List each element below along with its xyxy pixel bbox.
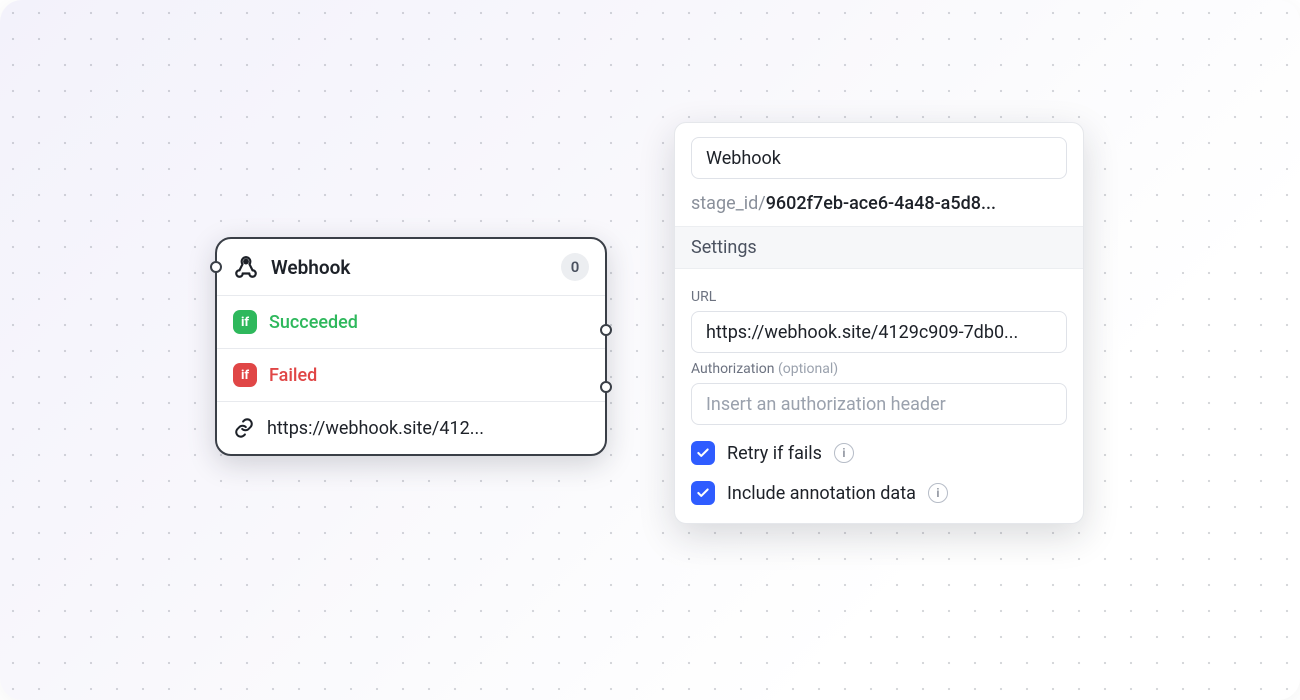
branch-succeeded[interactable]: if Succeeded bbox=[217, 295, 605, 348]
link-icon bbox=[233, 417, 255, 439]
stage-id-key: stage_id/ bbox=[691, 193, 766, 214]
webhook-node[interactable]: Webhook 0 if Succeeded if Failed https:/… bbox=[215, 237, 607, 456]
if-badge-icon: if bbox=[233, 363, 257, 387]
workflow-canvas[interactable]: Webhook 0 if Succeeded if Failed https:/… bbox=[0, 0, 1300, 700]
webhook-settings-panel: stage_id/9602f7eb-ace6-4a48-a5d8... Sett… bbox=[674, 122, 1084, 524]
port-out-failed[interactable] bbox=[600, 381, 612, 393]
info-icon[interactable]: i bbox=[928, 483, 948, 503]
webhook-icon bbox=[233, 254, 259, 280]
stage-id-value: 9602f7eb-ace6-4a48-a5d8... bbox=[766, 193, 996, 214]
retry-checkbox[interactable] bbox=[691, 441, 715, 465]
port-out-succeeded[interactable] bbox=[600, 324, 612, 336]
port-in[interactable] bbox=[210, 261, 222, 273]
webhook-url-row[interactable]: https://webhook.site/412... bbox=[217, 401, 605, 454]
branch-failed[interactable]: if Failed bbox=[217, 348, 605, 401]
retry-label: Retry if fails bbox=[727, 443, 822, 464]
info-icon[interactable]: i bbox=[834, 443, 854, 463]
retry-if-fails-row[interactable]: Retry if fails i bbox=[691, 441, 1067, 465]
stage-id-display: stage_id/9602f7eb-ace6-4a48-a5d8... bbox=[675, 185, 1083, 226]
settings-section-header: Settings bbox=[675, 226, 1083, 269]
branch-label: Succeeded bbox=[269, 312, 358, 333]
webhook-count-badge: 0 bbox=[561, 253, 589, 281]
branch-label: Failed bbox=[269, 365, 317, 386]
webhook-node-title: Webhook bbox=[271, 256, 549, 279]
url-field-label: URL bbox=[691, 289, 1067, 305]
include-annotation-row[interactable]: Include annotation data i bbox=[691, 481, 1067, 505]
webhook-name-input[interactable] bbox=[691, 137, 1067, 179]
authorization-field-label: Authorization (optional) bbox=[691, 361, 1067, 377]
if-badge-icon: if bbox=[233, 310, 257, 334]
webhook-url-text: https://webhook.site/412... bbox=[267, 418, 484, 439]
authorization-input[interactable] bbox=[691, 383, 1067, 425]
webhook-node-header[interactable]: Webhook 0 bbox=[217, 239, 605, 295]
url-input[interactable] bbox=[691, 311, 1067, 353]
include-annotation-label: Include annotation data bbox=[727, 483, 916, 504]
include-annotation-checkbox[interactable] bbox=[691, 481, 715, 505]
